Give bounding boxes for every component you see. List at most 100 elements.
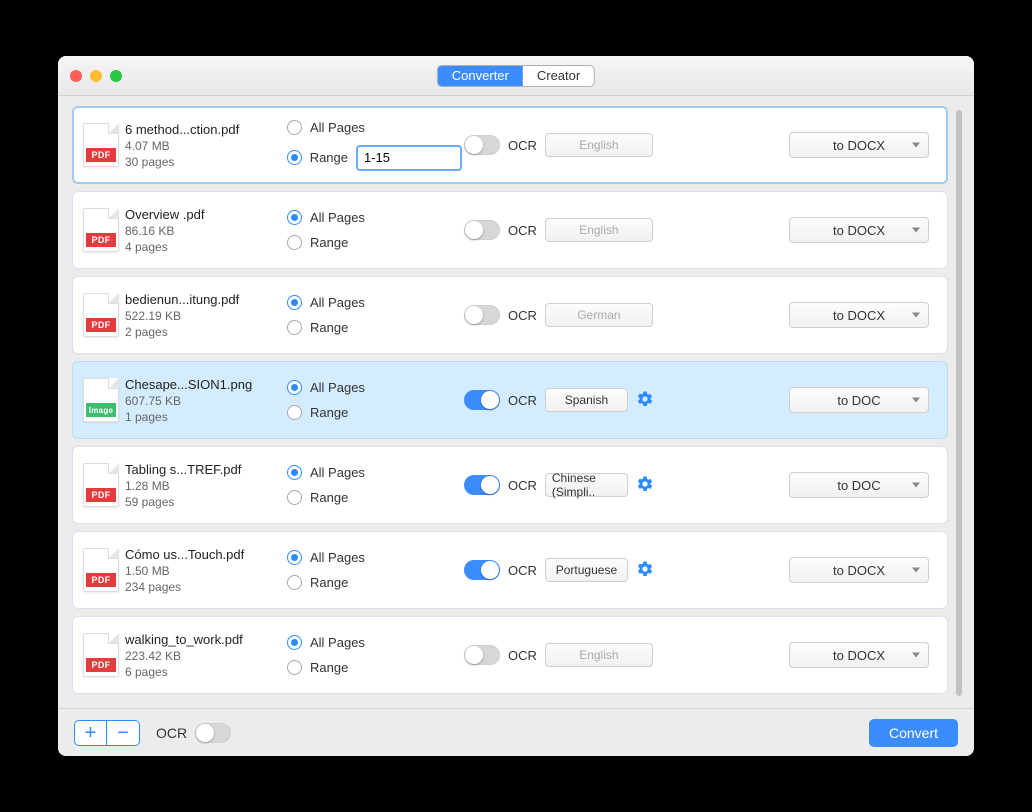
tab-creator[interactable]: Creator bbox=[523, 66, 594, 86]
language-select: German bbox=[545, 303, 653, 327]
all-pages-radio[interactable] bbox=[287, 550, 302, 565]
all-pages-radio[interactable] bbox=[287, 465, 302, 480]
ocr-toggle[interactable] bbox=[464, 475, 500, 495]
page-selection: All PagesRange bbox=[287, 380, 462, 420]
ocr-toggle[interactable] bbox=[464, 560, 500, 580]
file-row[interactable]: PDFwalking_to_work.pdf223.42 KB6 pages Al… bbox=[72, 616, 948, 694]
output-format-select[interactable]: to DOC bbox=[789, 387, 929, 413]
file-size: 1.28 MB bbox=[125, 479, 285, 493]
all-pages-radio[interactable] bbox=[287, 210, 302, 225]
file-row[interactable]: PDFTabling s...TREF.pdf1.28 MB59 pagesAl… bbox=[72, 446, 948, 524]
language-select[interactable]: Spanish bbox=[545, 388, 628, 412]
file-name: 6 method...ction.pdf bbox=[125, 122, 285, 137]
output-format-select[interactable]: to DOCX bbox=[789, 217, 929, 243]
image-file-icon: Image bbox=[83, 378, 123, 422]
range-input[interactable] bbox=[356, 145, 462, 171]
format-group: to DOCX bbox=[656, 642, 937, 668]
language-select[interactable]: Chinese (Simpli.. bbox=[545, 473, 628, 497]
gear-icon[interactable] bbox=[636, 560, 654, 581]
ocr-group: OCR German bbox=[464, 303, 654, 327]
page-selection: All PagesRange bbox=[287, 550, 462, 590]
file-size: 86.16 KB bbox=[125, 224, 285, 238]
all-pages-label: All Pages bbox=[310, 295, 365, 310]
file-pages: 4 pages bbox=[125, 240, 285, 254]
gear-icon[interactable] bbox=[636, 390, 654, 411]
file-meta: walking_to_work.pdf223.42 KB6 pages bbox=[125, 632, 285, 679]
pdf-file-icon: PDF bbox=[83, 293, 123, 337]
format-group: to DOCX bbox=[656, 132, 937, 158]
file-size: 1.50 MB bbox=[125, 564, 285, 578]
all-pages-label: All Pages bbox=[310, 635, 365, 650]
all-pages-radio[interactable] bbox=[287, 120, 302, 135]
file-size: 522.19 KB bbox=[125, 309, 285, 323]
mode-segmented-control: Converter Creator bbox=[437, 65, 595, 87]
pdf-file-icon: PDF bbox=[83, 633, 123, 677]
page-selection: All PagesRange bbox=[287, 465, 462, 505]
file-pages: 6 pages bbox=[125, 665, 285, 679]
ocr-label: OCR bbox=[508, 138, 537, 153]
file-meta: Cómo us...Touch.pdf1.50 MB234 pages bbox=[125, 547, 285, 594]
all-pages-radio[interactable] bbox=[287, 295, 302, 310]
page-selection: All PagesRange bbox=[287, 295, 462, 335]
close-icon[interactable] bbox=[70, 70, 82, 82]
file-meta: Overview .pdf86.16 KB4 pages bbox=[125, 207, 285, 254]
range-radio[interactable] bbox=[287, 320, 302, 335]
ocr-toggle[interactable] bbox=[464, 645, 500, 665]
ocr-group: OCREnglish bbox=[464, 133, 654, 157]
scrollbar-thumb[interactable] bbox=[956, 110, 962, 696]
all-pages-label: All Pages bbox=[310, 380, 365, 395]
ocr-label: OCR bbox=[508, 223, 537, 238]
range-radio[interactable] bbox=[287, 405, 302, 420]
add-file-button[interactable]: + bbox=[75, 721, 107, 745]
range-radio[interactable] bbox=[287, 575, 302, 590]
output-format-select[interactable]: to DOCX bbox=[789, 302, 929, 328]
ocr-toggle[interactable] bbox=[464, 220, 500, 240]
ocr-label: OCR bbox=[508, 308, 537, 323]
scrollbar[interactable] bbox=[952, 106, 966, 708]
file-size: 4.07 MB bbox=[125, 139, 285, 153]
pdf-file-icon: PDF bbox=[83, 208, 123, 252]
gear-icon[interactable] bbox=[636, 475, 654, 496]
file-row[interactable]: ImageChesape...SION1.png607.75 KB1 pages… bbox=[72, 361, 948, 439]
ocr-group: OCREnglish bbox=[464, 218, 654, 242]
page-selection: All PagesRange bbox=[287, 120, 462, 171]
ocr-toggle[interactable] bbox=[464, 390, 500, 410]
language-select[interactable]: Portuguese bbox=[545, 558, 628, 582]
footer: + − OCR Convert bbox=[58, 708, 974, 756]
file-meta: Chesape...SION1.png607.75 KB1 pages bbox=[125, 377, 285, 424]
all-pages-label: All Pages bbox=[310, 550, 365, 565]
zoom-icon[interactable] bbox=[110, 70, 122, 82]
all-pages-label: All Pages bbox=[310, 120, 365, 135]
range-label: Range bbox=[310, 235, 348, 250]
ocr-toggle[interactable] bbox=[464, 305, 500, 325]
remove-file-button[interactable]: − bbox=[107, 721, 139, 745]
output-format-select[interactable]: to DOCX bbox=[789, 132, 929, 158]
range-radio[interactable] bbox=[287, 235, 302, 250]
ocr-label: OCR bbox=[508, 648, 537, 663]
range-radio[interactable] bbox=[287, 490, 302, 505]
ocr-group: OCRPortuguese bbox=[464, 558, 654, 582]
tab-converter[interactable]: Converter bbox=[438, 66, 523, 86]
range-label: Range bbox=[310, 660, 348, 675]
ocr-toggle[interactable] bbox=[464, 135, 500, 155]
range-radio[interactable] bbox=[287, 150, 302, 165]
file-row[interactable]: PDFOverview .pdf86.16 KB4 pagesAll Pages… bbox=[72, 191, 948, 269]
all-pages-radio[interactable] bbox=[287, 635, 302, 650]
output-format-select[interactable]: to DOC bbox=[789, 472, 929, 498]
all-pages-radio[interactable] bbox=[287, 380, 302, 395]
format-group: to DOC bbox=[656, 387, 937, 413]
range-radio[interactable] bbox=[287, 660, 302, 675]
file-row[interactable]: PDFCómo us...Touch.pdf1.50 MB234 pagesAl… bbox=[72, 531, 948, 609]
ocr-group: OCRSpanish bbox=[464, 388, 654, 412]
output-format-select[interactable]: to DOCX bbox=[789, 642, 929, 668]
file-row[interactable]: PDF6 method...ction.pdf4.07 MB30 pagesAl… bbox=[72, 106, 948, 184]
file-meta: bedienun...itung.pdf522.19 KB2 pages bbox=[125, 292, 285, 339]
file-row[interactable]: PDFbedienun...itung.pdf522.19 KB2 pagesA… bbox=[72, 276, 948, 354]
output-format-select[interactable]: to DOCX bbox=[789, 557, 929, 583]
minimize-icon[interactable] bbox=[90, 70, 102, 82]
content-area: PDF6 method...ction.pdf4.07 MB30 pagesAl… bbox=[58, 96, 974, 708]
convert-button[interactable]: Convert bbox=[869, 719, 958, 747]
all-pages-label: All Pages bbox=[310, 465, 365, 480]
footer-ocr-toggle[interactable] bbox=[195, 723, 231, 743]
ocr-label: OCR bbox=[508, 478, 537, 493]
